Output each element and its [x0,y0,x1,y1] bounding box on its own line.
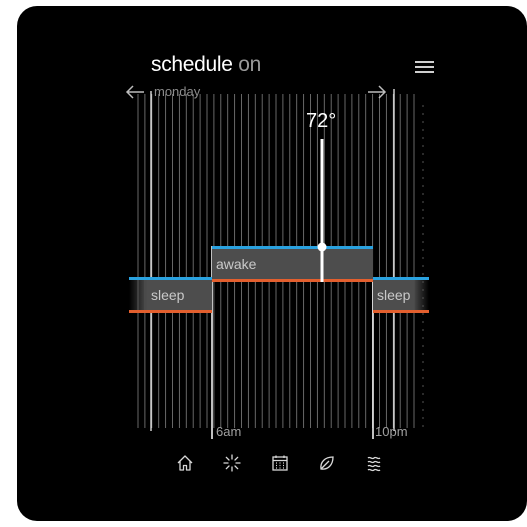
time-tick-6am: 6am [216,424,242,439]
setpoint-handle-layer [317,139,327,282]
schedule-view: schedule on monday 72° sleep awake sleep… [17,6,527,521]
fan-icon[interactable] [222,453,242,473]
leaf-icon[interactable] [317,453,337,473]
heat-waves-icon[interactable] [364,453,384,473]
time-tick-10pm: 10pm [375,424,408,439]
setpoint-handle[interactable] [317,242,327,252]
home-icon[interactable] [175,453,195,473]
calendar-icon[interactable] [270,453,290,473]
thermostat-screen: schedule on monday 72° sleep awake sleep… [17,6,527,521]
